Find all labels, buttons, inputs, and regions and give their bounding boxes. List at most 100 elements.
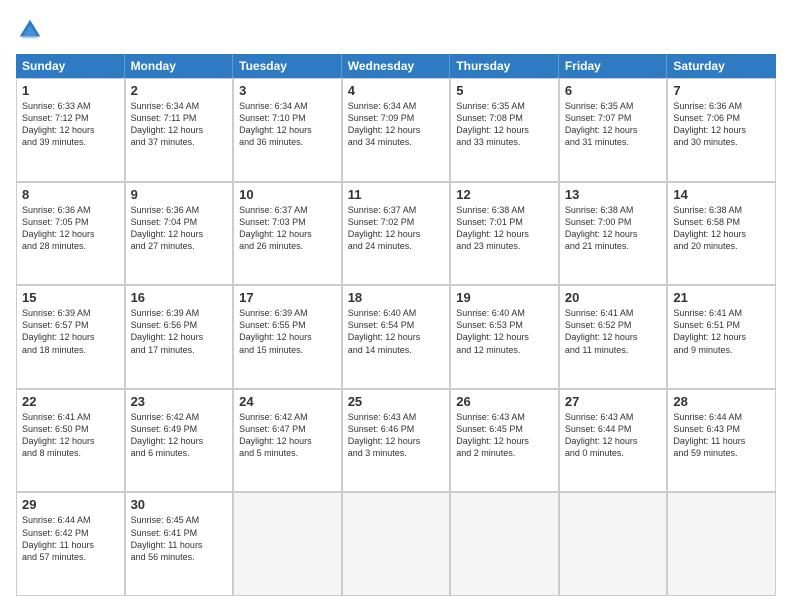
day-number: 15 [22, 290, 119, 305]
day-number: 21 [673, 290, 770, 305]
day-info: Sunrise: 6:42 AM Sunset: 6:49 PM Dayligh… [131, 411, 228, 460]
day-cell-18: 18 Sunrise: 6:40 AM Sunset: 6:54 PM Dayli… [342, 285, 451, 389]
day-number: 18 [348, 290, 445, 305]
day-cell-23: 23 Sunrise: 6:42 AM Sunset: 6:49 PM Dayli… [125, 389, 234, 493]
day-cell-16: 16 Sunrise: 6:39 AM Sunset: 6:56 PM Dayli… [125, 285, 234, 389]
day-cell-5: 5 Sunrise: 6:35 AM Sunset: 7:08 PM Daylig… [450, 78, 559, 182]
day-number: 9 [131, 187, 228, 202]
day-number: 28 [673, 394, 770, 409]
day-cell-12: 12 Sunrise: 6:38 AM Sunset: 7:01 PM Dayli… [450, 182, 559, 286]
day-info: Sunrise: 6:38 AM Sunset: 7:01 PM Dayligh… [456, 204, 553, 253]
calendar-header: SundayMondayTuesdayWednesdayThursdayFrid… [16, 54, 776, 78]
day-cell-27: 27 Sunrise: 6:43 AM Sunset: 6:44 PM Dayli… [559, 389, 668, 493]
day-number: 12 [456, 187, 553, 202]
day-info: Sunrise: 6:34 AM Sunset: 7:10 PM Dayligh… [239, 100, 336, 149]
day-number: 24 [239, 394, 336, 409]
day-number: 27 [565, 394, 662, 409]
day-info: Sunrise: 6:33 AM Sunset: 7:12 PM Dayligh… [22, 100, 119, 149]
day-number: 4 [348, 83, 445, 98]
day-cell-17: 17 Sunrise: 6:39 AM Sunset: 6:55 PM Dayli… [233, 285, 342, 389]
day-number: 6 [565, 83, 662, 98]
day-info: Sunrise: 6:34 AM Sunset: 7:09 PM Dayligh… [348, 100, 445, 149]
day-info: Sunrise: 6:45 AM Sunset: 6:41 PM Dayligh… [131, 514, 228, 563]
day-info: Sunrise: 6:41 AM Sunset: 6:50 PM Dayligh… [22, 411, 119, 460]
day-cell-13: 13 Sunrise: 6:38 AM Sunset: 7:00 PM Dayli… [559, 182, 668, 286]
day-cell-24: 24 Sunrise: 6:42 AM Sunset: 6:47 PM Dayli… [233, 389, 342, 493]
header-day-friday: Friday [559, 54, 668, 78]
empty-cell [450, 492, 559, 596]
calendar-body: 1 Sunrise: 6:33 AM Sunset: 7:12 PM Daylig… [16, 78, 776, 596]
day-number: 29 [22, 497, 119, 512]
day-cell-7: 7 Sunrise: 6:36 AM Sunset: 7:06 PM Daylig… [667, 78, 776, 182]
day-info: Sunrise: 6:40 AM Sunset: 6:53 PM Dayligh… [456, 307, 553, 356]
day-cell-14: 14 Sunrise: 6:38 AM Sunset: 6:58 PM Dayli… [667, 182, 776, 286]
day-info: Sunrise: 6:35 AM Sunset: 7:07 PM Dayligh… [565, 100, 662, 149]
day-number: 20 [565, 290, 662, 305]
day-number: 25 [348, 394, 445, 409]
day-info: Sunrise: 6:39 AM Sunset: 6:56 PM Dayligh… [131, 307, 228, 356]
day-number: 14 [673, 187, 770, 202]
day-number: 7 [673, 83, 770, 98]
day-info: Sunrise: 6:44 AM Sunset: 6:43 PM Dayligh… [673, 411, 770, 460]
day-number: 2 [131, 83, 228, 98]
day-info: Sunrise: 6:38 AM Sunset: 6:58 PM Dayligh… [673, 204, 770, 253]
page-header [16, 16, 776, 44]
day-info: Sunrise: 6:41 AM Sunset: 6:51 PM Dayligh… [673, 307, 770, 356]
day-cell-8: 8 Sunrise: 6:36 AM Sunset: 7:05 PM Daylig… [16, 182, 125, 286]
empty-cell [342, 492, 451, 596]
day-cell-26: 26 Sunrise: 6:43 AM Sunset: 6:45 PM Dayli… [450, 389, 559, 493]
day-info: Sunrise: 6:41 AM Sunset: 6:52 PM Dayligh… [565, 307, 662, 356]
day-info: Sunrise: 6:36 AM Sunset: 7:04 PM Dayligh… [131, 204, 228, 253]
day-number: 22 [22, 394, 119, 409]
day-number: 13 [565, 187, 662, 202]
day-info: Sunrise: 6:39 AM Sunset: 6:55 PM Dayligh… [239, 307, 336, 356]
header-day-wednesday: Wednesday [342, 54, 451, 78]
day-info: Sunrise: 6:44 AM Sunset: 6:42 PM Dayligh… [22, 514, 119, 563]
day-number: 3 [239, 83, 336, 98]
day-number: 19 [456, 290, 553, 305]
day-cell-21: 21 Sunrise: 6:41 AM Sunset: 6:51 PM Dayli… [667, 285, 776, 389]
day-cell-1: 1 Sunrise: 6:33 AM Sunset: 7:12 PM Daylig… [16, 78, 125, 182]
day-cell-19: 19 Sunrise: 6:40 AM Sunset: 6:53 PM Dayli… [450, 285, 559, 389]
day-info: Sunrise: 6:37 AM Sunset: 7:02 PM Dayligh… [348, 204, 445, 253]
day-cell-3: 3 Sunrise: 6:34 AM Sunset: 7:10 PM Daylig… [233, 78, 342, 182]
day-cell-10: 10 Sunrise: 6:37 AM Sunset: 7:03 PM Dayli… [233, 182, 342, 286]
day-number: 5 [456, 83, 553, 98]
day-cell-25: 25 Sunrise: 6:43 AM Sunset: 6:46 PM Dayli… [342, 389, 451, 493]
day-cell-9: 9 Sunrise: 6:36 AM Sunset: 7:04 PM Daylig… [125, 182, 234, 286]
day-info: Sunrise: 6:43 AM Sunset: 6:46 PM Dayligh… [348, 411, 445, 460]
header-day-saturday: Saturday [667, 54, 776, 78]
day-cell-29: 29 Sunrise: 6:44 AM Sunset: 6:42 PM Dayli… [16, 492, 125, 596]
day-info: Sunrise: 6:35 AM Sunset: 7:08 PM Dayligh… [456, 100, 553, 149]
day-info: Sunrise: 6:36 AM Sunset: 7:05 PM Dayligh… [22, 204, 119, 253]
day-cell-15: 15 Sunrise: 6:39 AM Sunset: 6:57 PM Dayli… [16, 285, 125, 389]
day-number: 26 [456, 394, 553, 409]
day-info: Sunrise: 6:38 AM Sunset: 7:00 PM Dayligh… [565, 204, 662, 253]
calendar: SundayMondayTuesdayWednesdayThursdayFrid… [16, 54, 776, 596]
day-number: 23 [131, 394, 228, 409]
empty-cell [233, 492, 342, 596]
day-cell-20: 20 Sunrise: 6:41 AM Sunset: 6:52 PM Dayli… [559, 285, 668, 389]
day-number: 1 [22, 83, 119, 98]
day-cell-28: 28 Sunrise: 6:44 AM Sunset: 6:43 PM Dayli… [667, 389, 776, 493]
day-cell-22: 22 Sunrise: 6:41 AM Sunset: 6:50 PM Dayli… [16, 389, 125, 493]
day-info: Sunrise: 6:37 AM Sunset: 7:03 PM Dayligh… [239, 204, 336, 253]
day-number: 16 [131, 290, 228, 305]
day-info: Sunrise: 6:42 AM Sunset: 6:47 PM Dayligh… [239, 411, 336, 460]
day-info: Sunrise: 6:43 AM Sunset: 6:44 PM Dayligh… [565, 411, 662, 460]
day-number: 17 [239, 290, 336, 305]
day-info: Sunrise: 6:36 AM Sunset: 7:06 PM Dayligh… [673, 100, 770, 149]
header-day-tuesday: Tuesday [233, 54, 342, 78]
day-info: Sunrise: 6:39 AM Sunset: 6:57 PM Dayligh… [22, 307, 119, 356]
header-day-sunday: Sunday [16, 54, 125, 78]
day-number: 10 [239, 187, 336, 202]
day-cell-6: 6 Sunrise: 6:35 AM Sunset: 7:07 PM Daylig… [559, 78, 668, 182]
empty-cell [667, 492, 776, 596]
day-cell-4: 4 Sunrise: 6:34 AM Sunset: 7:09 PM Daylig… [342, 78, 451, 182]
day-info: Sunrise: 6:40 AM Sunset: 6:54 PM Dayligh… [348, 307, 445, 356]
day-cell-11: 11Sunrise: 6:37 AM Sunset: 7:02 PM Dayli… [342, 182, 451, 286]
day-cell-2: 2 Sunrise: 6:34 AM Sunset: 7:11 PM Daylig… [125, 78, 234, 182]
day-info: Sunrise: 6:43 AM Sunset: 6:45 PM Dayligh… [456, 411, 553, 460]
day-number: 8 [22, 187, 119, 202]
day-info: Sunrise: 6:34 AM Sunset: 7:11 PM Dayligh… [131, 100, 228, 149]
